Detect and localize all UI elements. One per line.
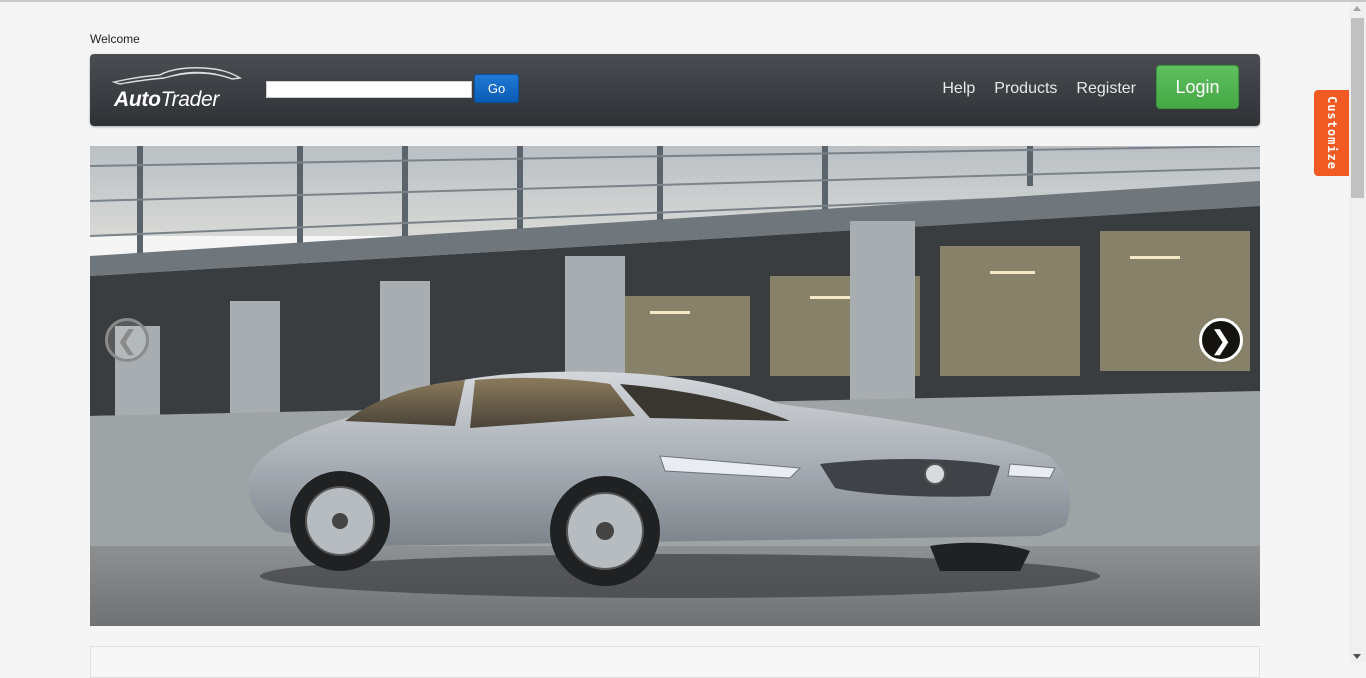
- top-navbar: AutoTrader Go Help Products Register Log…: [90, 54, 1260, 126]
- customize-label: Customize: [1324, 95, 1339, 171]
- carousel-prev-button[interactable]: ❮: [105, 318, 149, 362]
- go-button[interactable]: Go: [474, 74, 519, 103]
- browser-top-border: [0, 0, 1366, 2]
- scroll-thumb[interactable]: [1351, 18, 1364, 198]
- hero-carousel: ❮ ❯: [90, 146, 1260, 626]
- welcome-text: Welcome: [90, 32, 140, 46]
- silver-sedan-image: [90, 146, 1260, 626]
- logo-text-bold: Auto: [114, 88, 161, 111]
- customize-tab[interactable]: Customize: [1314, 90, 1349, 176]
- scroll-up-arrow-icon[interactable]: [1353, 6, 1361, 11]
- chevron-right-icon: ❯: [1210, 324, 1232, 355]
- autotrader-logo[interactable]: AutoTrader: [112, 66, 244, 114]
- scroll-down-arrow-icon[interactable]: [1353, 654, 1361, 659]
- search-input[interactable]: [266, 81, 472, 98]
- nav-links: Help Products Register: [942, 80, 1136, 98]
- logo-wordmark: AutoTrader: [114, 88, 219, 112]
- car-silhouette-icon: [112, 67, 243, 85]
- nav-link-help[interactable]: Help: [942, 80, 975, 98]
- chevron-left-icon: ❮: [116, 324, 138, 355]
- vertical-scrollbar[interactable]: [1349, 2, 1366, 663]
- carousel-next-button[interactable]: ❯: [1199, 318, 1243, 362]
- login-button[interactable]: Login: [1156, 65, 1239, 109]
- nav-link-products[interactable]: Products: [994, 80, 1057, 98]
- logo-text-light: Trader: [160, 88, 220, 111]
- content-panel: [90, 646, 1260, 678]
- nav-link-register[interactable]: Register: [1076, 80, 1136, 98]
